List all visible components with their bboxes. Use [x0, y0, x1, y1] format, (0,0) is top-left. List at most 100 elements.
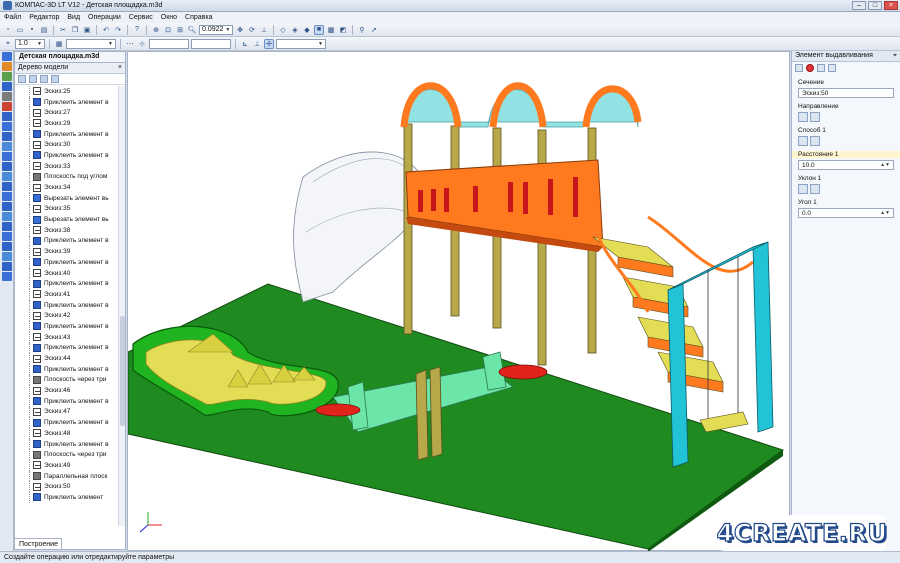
- edit-part-icon[interactable]: [2, 52, 12, 61]
- zoom-combo[interactable]: 0.0922 ▼: [199, 24, 233, 35]
- y-coord-field[interactable]: [191, 38, 231, 49]
- undo-icon[interactable]: ↶: [101, 25, 111, 35]
- print-icon[interactable]: ▤: [39, 25, 49, 35]
- menu-help[interactable]: Справка: [185, 14, 212, 21]
- menu-service[interactable]: Сервис: [129, 14, 153, 21]
- maximize-button[interactable]: □: [868, 1, 882, 10]
- tree-item[interactable]: Эскиз:44: [15, 353, 119, 364]
- rotate-icon[interactable]: ⟳: [247, 25, 257, 35]
- method-dropdown-icon[interactable]: [810, 136, 820, 146]
- loft-tool-icon[interactable]: [2, 192, 12, 201]
- sheet-icon[interactable]: [2, 152, 12, 161]
- thin-lines-icon[interactable]: ◆: [302, 25, 312, 35]
- coords-icon[interactable]: ⊹: [137, 39, 147, 49]
- hole-tool-icon[interactable]: [2, 222, 12, 231]
- tree-item[interactable]: Эскиз:48: [15, 428, 119, 439]
- tree-item[interactable]: Эскиз:46: [15, 385, 119, 396]
- new-file-icon[interactable]: ▫: [3, 25, 13, 35]
- tree-item[interactable]: Приклеить элемент в: [15, 395, 119, 407]
- rotate-tool-icon[interactable]: [2, 172, 12, 181]
- zoom-icon[interactable]: 🔍︎: [187, 25, 197, 35]
- tree-item[interactable]: Плоскость через три: [15, 449, 119, 460]
- filters-icon[interactable]: [2, 112, 12, 121]
- tree-item[interactable]: Эскиз:29: [15, 118, 119, 129]
- tree-item[interactable]: Эскиз:35: [15, 203, 119, 215]
- section-tool-icon[interactable]: [2, 262, 12, 271]
- select-icon[interactable]: ➚: [369, 25, 379, 35]
- fillet-tool-icon[interactable]: [2, 202, 12, 211]
- x-coord-field[interactable]: [149, 38, 189, 49]
- tree-item[interactable]: Приклеить элемент в: [15, 128, 119, 140]
- scale-combo[interactable]: 1.0 ▼: [15, 38, 45, 49]
- pan-icon[interactable]: ✥: [235, 25, 245, 35]
- paste-icon[interactable]: ▣: [82, 25, 92, 35]
- tree-item[interactable]: Эскиз:38: [15, 224, 119, 236]
- spatial-curves-icon[interactable]: [2, 62, 12, 71]
- tree-scroll-thumb[interactable]: [120, 316, 125, 426]
- pin-icon[interactable]: ⌖: [893, 52, 897, 60]
- redo-icon[interactable]: ↷: [113, 25, 123, 35]
- tree-item[interactable]: Эскиз:49: [15, 460, 119, 471]
- shaded-icon[interactable]: ■: [314, 24, 324, 35]
- tree-item[interactable]: Эскиз:43: [15, 331, 119, 343]
- copy-icon[interactable]: ❐: [70, 25, 80, 35]
- tree-item[interactable]: Эскиз:42: [15, 310, 119, 321]
- slope-tool-icon[interactable]: [2, 252, 12, 261]
- tree-item[interactable]: Приклеить элемент в: [15, 417, 119, 428]
- layer-combo[interactable]: ▼: [66, 38, 116, 49]
- reports-icon[interactable]: [2, 132, 12, 141]
- mirror-tool-icon[interactable]: [2, 272, 12, 281]
- 3d-viewport[interactable]: [127, 51, 790, 552]
- menu-operations[interactable]: Операции: [88, 14, 121, 21]
- minimize-button[interactable]: –: [852, 1, 866, 10]
- snap-combo[interactable]: ▼: [276, 38, 326, 49]
- tree-item[interactable]: Приклеить элемент в: [15, 257, 119, 268]
- angle-field[interactable]: 0.0 ▲▼: [798, 208, 894, 218]
- stop-icon[interactable]: [806, 64, 814, 72]
- tree-item[interactable]: Эскиз:41: [15, 289, 119, 300]
- document-tab[interactable]: Детская площадка.m3d: [14, 51, 126, 62]
- tree-item[interactable]: Приклеить элемент в: [15, 150, 119, 161]
- kinematic-tool-icon[interactable]: [2, 182, 12, 191]
- zoom-all-icon[interactable]: ⊞: [175, 25, 185, 35]
- tree-item[interactable]: Приклеить элемент в: [15, 235, 119, 247]
- hidden-lines-icon[interactable]: ◈: [290, 25, 300, 35]
- filter-icon[interactable]: ⚲: [357, 25, 367, 35]
- measure-icon[interactable]: [2, 102, 12, 111]
- tree-item[interactable]: Приклеить элемент в: [15, 438, 119, 450]
- tree-item[interactable]: Эскиз:30: [15, 139, 119, 150]
- tree-item[interactable]: Приклеить элемент: [15, 492, 119, 503]
- tree-item[interactable]: Плоскость через три: [15, 374, 119, 386]
- slope-outward-icon[interactable]: [810, 184, 820, 194]
- tree-item[interactable]: Приклеить элемент в: [15, 321, 119, 332]
- tree-item[interactable]: Эскиз:39: [15, 246, 119, 257]
- menu-edit[interactable]: Редактор: [29, 14, 59, 21]
- menu-window[interactable]: Окно: [161, 14, 177, 21]
- tree-item[interactable]: Приклеить элемент в: [15, 342, 119, 354]
- local-cs-icon[interactable]: ⊾: [240, 39, 250, 49]
- tree-scrollbar[interactable]: [118, 86, 125, 526]
- help-icon[interactable]: ?: [132, 25, 142, 35]
- elements-icon[interactable]: [2, 142, 12, 151]
- tree-filter-icon[interactable]: [40, 75, 48, 83]
- section-field[interactable]: Эскиз:50: [798, 88, 894, 98]
- create-object-icon[interactable]: [817, 64, 825, 72]
- tree-item[interactable]: Плоскость под углом: [15, 171, 119, 183]
- aux-geometry-icon[interactable]: [2, 92, 12, 101]
- menu-file[interactable]: Файл: [4, 14, 21, 21]
- tree-item[interactable]: Эскиз:25: [15, 86, 119, 97]
- tree-item[interactable]: Эскиз:27: [15, 107, 119, 118]
- back-icon[interactable]: [795, 64, 803, 72]
- tree-item[interactable]: Параллельная плоск: [15, 470, 119, 482]
- perspective-icon[interactable]: ◩: [338, 25, 348, 35]
- shell-tool-icon[interactable]: [2, 242, 12, 251]
- close-button[interactable]: ×: [884, 1, 898, 10]
- orientation-icon[interactable]: ⊥: [259, 25, 269, 35]
- help-icon[interactable]: [828, 64, 836, 72]
- save-icon[interactable]: ▪: [27, 25, 37, 35]
- menu-view[interactable]: Вид: [67, 14, 80, 21]
- tree-item[interactable]: Приклеить элемент в: [15, 299, 119, 311]
- spec-icon[interactable]: [2, 122, 12, 131]
- grid-icon[interactable]: ⋯: [125, 39, 135, 49]
- tree-structure-icon[interactable]: [29, 75, 37, 83]
